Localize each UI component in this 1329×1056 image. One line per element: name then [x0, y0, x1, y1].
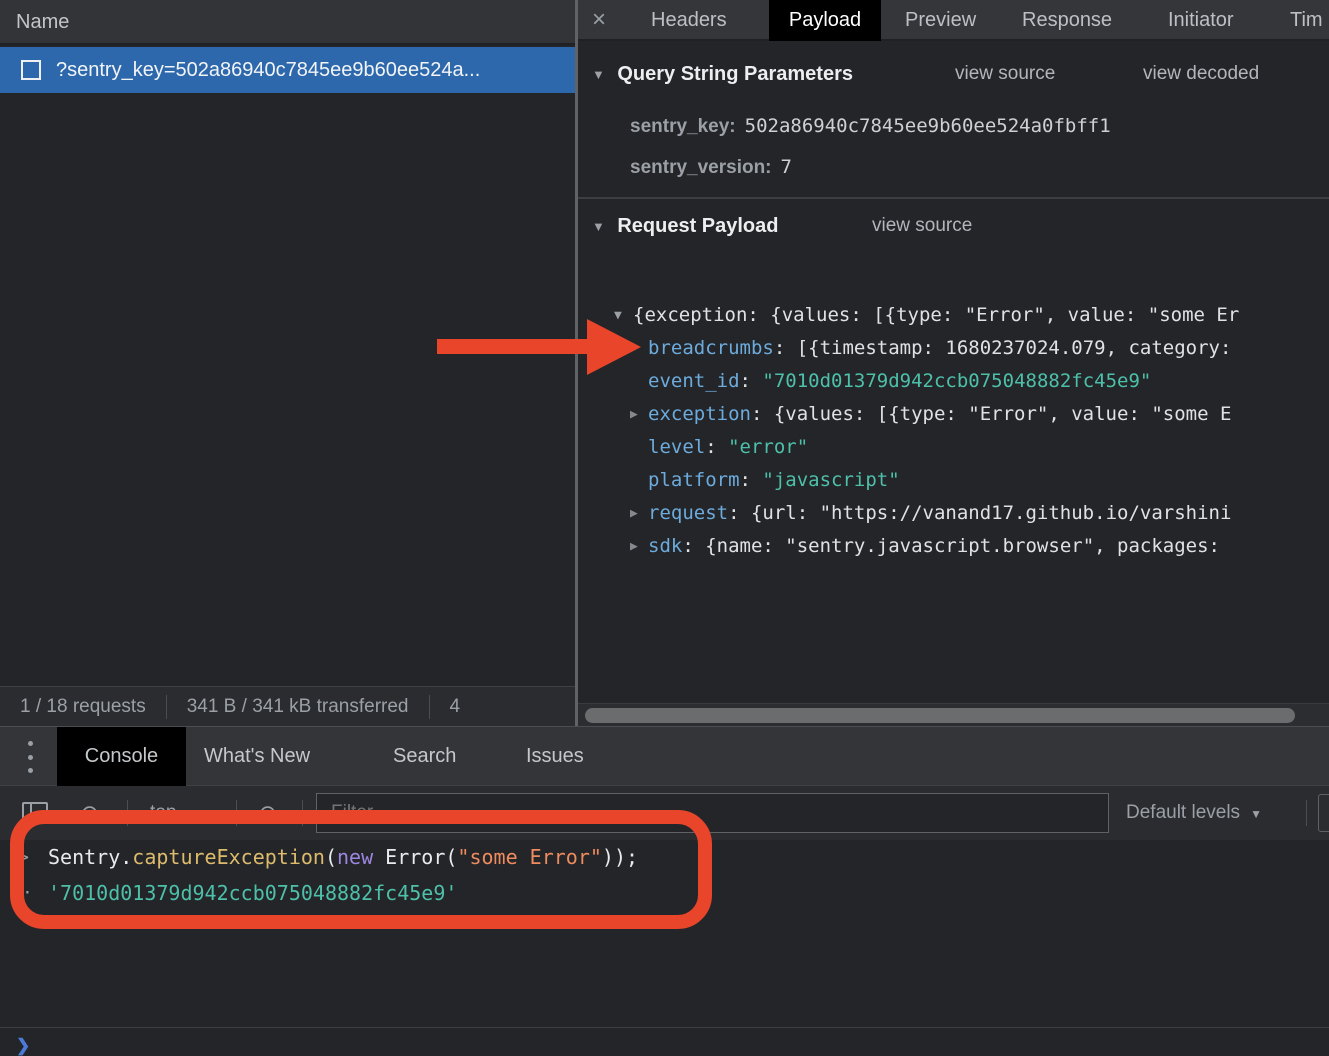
query-param-row: sentry_key: 502a86940c7845ee9b60ee524a0fb…	[630, 115, 1111, 138]
chevron-expanded-icon[interactable]: ▼	[592, 67, 605, 82]
tab-console[interactable]: Console	[57, 727, 186, 786]
json-property-platform[interactable]: platform: "javascript"	[578, 464, 1329, 497]
toolbar-separator	[236, 800, 237, 826]
console-filter-input[interactable]	[316, 793, 1109, 833]
json-key: event_id	[648, 370, 740, 392]
tab-search[interactable]: Search	[393, 727, 456, 786]
json-preview: : [{timestamp: 1680237024.079, category:	[774, 337, 1232, 359]
requests-count: 1 / 18 requests	[0, 696, 166, 718]
json-key: platform	[648, 469, 740, 491]
json-property-request[interactable]: ▶ request: {url: "https://vanand17.githu…	[578, 497, 1329, 530]
toolbar-separator	[127, 800, 128, 826]
chevron-collapsed-icon[interactable]: ▶	[630, 332, 646, 365]
json-value: "javascript"	[762, 469, 899, 491]
view-source-link[interactable]: view source	[955, 63, 1055, 85]
toolbar-separator	[1306, 800, 1307, 826]
json-property-breadcrumbs[interactable]: ▶ breadcrumbs: [{timestamp: 1680237024.0…	[578, 332, 1329, 365]
chevron-collapsed-icon[interactable]: ▶	[630, 398, 646, 431]
tab-whats-new[interactable]: What's New	[204, 727, 310, 786]
console-drawer: Console What's New Search Issues ⊘ top▼ …	[0, 726, 1329, 948]
live-expression-eye-icon[interactable]: ⊙	[258, 786, 277, 840]
tab-issues[interactable]: Issues	[526, 727, 584, 786]
console-toolbar: ⊘ top▼ ⊙ Default levels▼	[0, 786, 1329, 840]
tab-initiator[interactable]: Initiator	[1168, 0, 1234, 41]
json-root-line[interactable]: ▼ {exception: {values: [{type: "Error", …	[578, 299, 1329, 332]
section-divider	[578, 197, 1329, 199]
json-preview: : {url: "https://vanand17.github.io/vars…	[728, 502, 1231, 524]
chevron-expanded-icon[interactable]: ▼	[592, 219, 605, 234]
network-name-column-header[interactable]: Name	[0, 0, 575, 45]
tab-response[interactable]: Response	[1022, 0, 1112, 41]
payload-content: ▼ Query String Parameters view source vi…	[578, 43, 1329, 703]
console-tab-bar: Console What's New Search Issues	[0, 727, 1329, 786]
json-property-exception[interactable]: ▶ exception: {values: [{type: "Error", v…	[578, 398, 1329, 431]
network-request-row[interactable]: ?sentry_key=502a86940c7845ee9b60ee524a..…	[0, 47, 575, 93]
tab-timing[interactable]: Tim	[1290, 0, 1323, 41]
param-key: sentry_version:	[630, 157, 772, 178]
json-key: level	[648, 436, 705, 458]
request-payload-section-header[interactable]: ▼ Request Payload view source	[592, 215, 779, 243]
network-status-bar: 1 / 18 requests 341 B / 341 kB transferr…	[0, 686, 575, 726]
json-property-sdk[interactable]: ▶ sdk: {name: "sentry.javascript.browser…	[578, 530, 1329, 563]
tab-headers[interactable]: Headers	[651, 0, 727, 41]
query-string-section-header[interactable]: ▼ Query String Parameters view source vi…	[592, 63, 853, 91]
toolbar-separator	[302, 800, 303, 826]
json-key: exception	[648, 403, 751, 425]
chevron-collapsed-icon[interactable]: ▶	[630, 530, 646, 563]
context-selector[interactable]: top▼	[150, 786, 198, 840]
view-decoded-link[interactable]: view decoded	[1143, 63, 1259, 85]
chevron-down-icon: ▼	[1250, 787, 1262, 841]
scrollbar-thumb[interactable]	[585, 708, 1295, 723]
request-checkbox[interactable]	[21, 60, 41, 80]
status-truncated: 4	[430, 696, 481, 718]
clear-console-icon[interactable]: ⊘	[80, 786, 99, 840]
chevron-collapsed-icon[interactable]: ▶	[630, 497, 646, 530]
query-string-title: Query String Parameters	[617, 63, 853, 85]
console-result-value: '7010d01379d942ccb075048882fc45e9'	[48, 876, 457, 911]
request-details-panel: × Headers Payload Preview Response Initi…	[578, 0, 1329, 726]
json-key: sdk	[648, 535, 682, 557]
more-tools-icon[interactable]	[28, 741, 34, 773]
details-tab-bar: × Headers Payload Preview Response Initi…	[578, 0, 1329, 41]
json-key: breadcrumbs	[648, 337, 774, 359]
json-property-level[interactable]: level: "error"	[578, 431, 1329, 464]
chevron-down-icon: ▼	[186, 787, 198, 841]
request-name: ?sentry_key=502a86940c7845ee9b60ee524a..…	[56, 59, 480, 82]
console-prompt-icon: >	[18, 840, 29, 875]
json-property-event-id[interactable]: event_id: "7010d01379d942ccb075048882fc4…	[578, 365, 1329, 398]
param-value: 7	[781, 156, 792, 178]
tab-preview[interactable]: Preview	[905, 0, 976, 41]
default-levels-dropdown[interactable]: Default levels▼	[1126, 786, 1262, 840]
chevron-expanded-icon[interactable]: ▼	[614, 299, 630, 332]
console-result-line[interactable]: <· '7010d01379d942ccb075048882fc45e9'	[0, 876, 1329, 911]
json-root-preview: {exception: {values: [{type: "Error", va…	[633, 299, 1239, 332]
close-icon[interactable]: ×	[592, 0, 606, 41]
tab-payload[interactable]: Payload	[769, 0, 881, 41]
view-source-link[interactable]: view source	[872, 215, 972, 237]
json-preview: : {name: "sentry.javascript.browser", pa…	[682, 535, 1220, 557]
network-panel: Name ?sentry_key=502a86940c7845ee9b60ee5…	[0, 0, 575, 726]
query-param-row: sentry_version: 7	[630, 156, 792, 179]
horizontal-scrollbar[interactable]	[578, 703, 1329, 726]
console-sidebar-icon[interactable]	[22, 802, 48, 824]
param-key: sentry_key:	[630, 116, 736, 137]
request-payload-title: Request Payload	[617, 215, 778, 237]
console-input-echo-line[interactable]: > Sentry.captureException(new Error("som…	[0, 840, 1329, 875]
param-value: 502a86940c7845ee9b60ee524a0fbff1	[745, 115, 1111, 137]
json-value: "error"	[728, 436, 808, 458]
transferred-size: 341 B / 341 kB transferred	[167, 696, 429, 718]
json-preview: : {values: [{type: "Error", value: "some…	[751, 403, 1231, 425]
console-input-caret-icon[interactable]: ❯	[16, 1036, 30, 1056]
json-key: request	[648, 502, 728, 524]
json-value: "7010d01379d942ccb075048882fc45e9"	[762, 370, 1151, 392]
payload-json-tree: ▼ {exception: {values: [{type: "Error", …	[578, 299, 1329, 563]
console-settings-icon[interactable]	[1318, 794, 1329, 832]
console-divider	[0, 1027, 1329, 1028]
return-value-icon: <·	[12, 876, 32, 911]
